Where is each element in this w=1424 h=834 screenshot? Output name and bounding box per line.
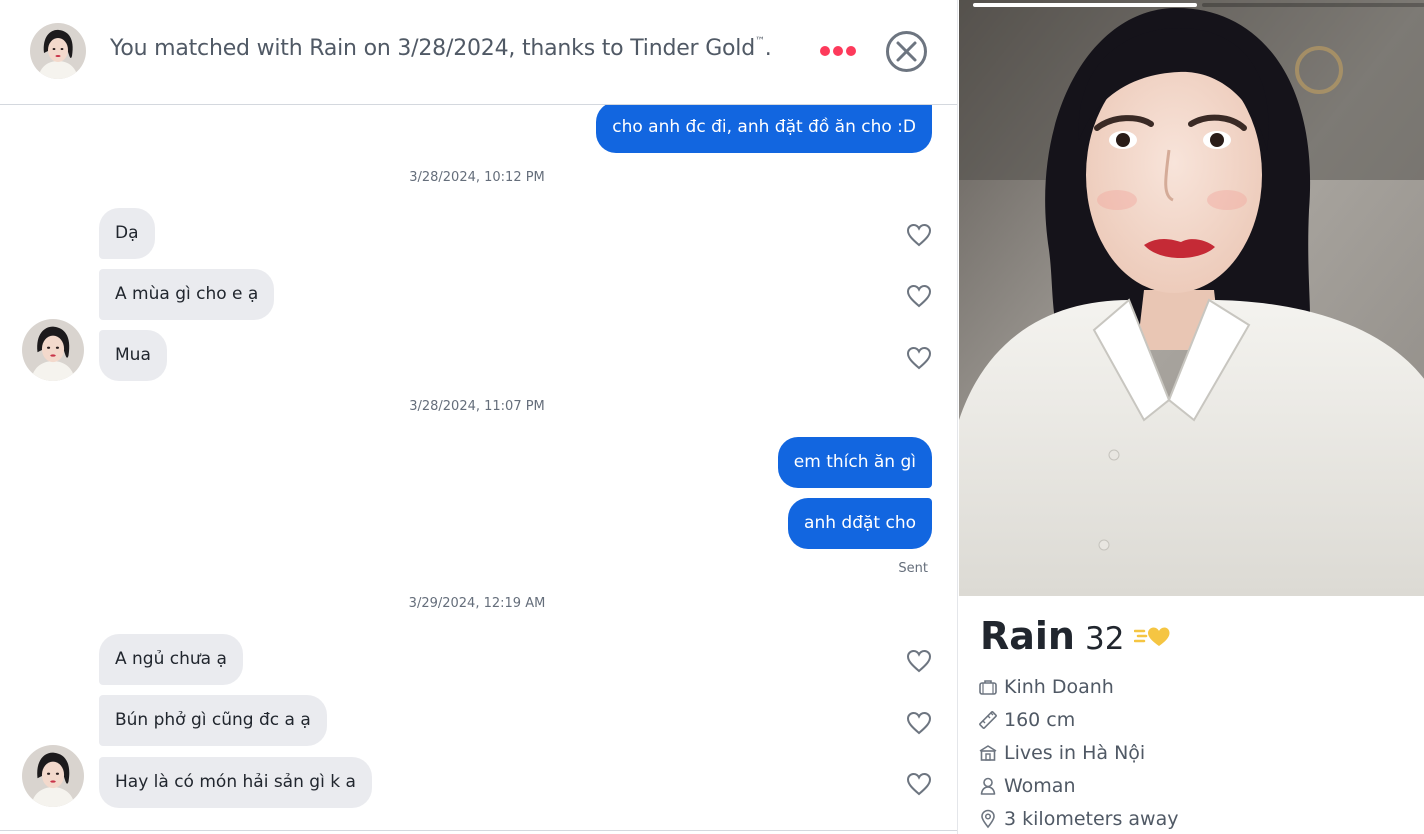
more-dots-icon [833,46,843,56]
profile-photo[interactable] [959,0,1424,596]
info-height-text: 160 cm [1004,708,1076,731]
divider [0,830,957,831]
info-location-text: Lives in Hà Nội [1004,741,1146,764]
close-button[interactable] [885,30,928,73]
info-gender-text: Woman [1004,774,1076,797]
more-dots-icon [820,46,830,56]
home-icon [979,744,997,761]
info-gender: Woman [978,769,1178,802]
heart-icon[interactable] [906,346,932,370]
received-message[interactable]: A mùa gì cho e ạ [99,269,275,320]
chat-pane: You matched with Rain on 3/28/2024, than… [0,0,957,834]
heart-icon[interactable] [906,711,932,735]
briefcase-icon [979,679,997,695]
location-pin-icon [981,809,995,828]
gold-heart-icon [1134,627,1170,646]
sent-message[interactable]: anh dđặt cho [788,498,932,549]
info-distance-text: 3 kilometers away [1004,807,1179,830]
received-message[interactable]: Dạ [99,208,155,259]
timestamp: 3/28/2024, 11:07 PM [409,399,545,414]
received-message[interactable]: A ngủ chưa ạ [99,634,243,685]
timestamp: 3/29/2024, 12:19 AM [408,596,546,611]
chat-header: You matched with Rain on 3/28/2024, than… [0,0,957,105]
heart-icon[interactable] [906,772,932,796]
profile-age: 32 [1084,621,1125,657]
photo-indicator-active[interactable] [973,3,1197,7]
info-distance: 3 kilometers away [978,802,1178,834]
person-icon [980,777,996,795]
info-height: 160 cm [978,703,1178,736]
sent-message[interactable]: cho anh đc đi, anh đặt đồ ăn cho :D [596,105,932,153]
close-circle-icon [886,31,927,72]
more-options-button[interactable] [818,38,858,64]
info-job: Kinh Doanh [978,670,1178,703]
timestamp: 3/28/2024, 10:12 PM [409,170,545,185]
more-dots-icon [846,46,856,56]
message-list[interactable]: cho anh đc đi, anh đặt đồ ăn cho :D 3/28… [0,105,957,830]
info-location: Lives in Hà Nội [978,736,1178,769]
heart-icon[interactable] [906,649,932,673]
received-message[interactable]: Bún phở gì cũng đc a ạ [99,695,327,746]
trademark-symbol: ™ [754,36,765,47]
heart-icon[interactable] [906,223,932,247]
received-message[interactable]: Hay là có món hải sản gì k a [99,757,372,808]
heart-icon[interactable] [906,284,932,308]
avatar[interactable] [22,745,84,807]
profile-name: Rain [980,614,1075,658]
profile-info-list: Kinh Doanh 160 cm Lives in Hà Nội Woman … [978,670,1178,834]
received-message[interactable]: Mua [99,330,167,381]
match-text: You matched with Rain on 3/28/2024, than… [110,36,755,61]
avatar[interactable] [22,319,84,381]
info-job-text: Kinh Doanh [1004,675,1114,698]
avatar[interactable] [30,23,86,79]
match-banner: You matched with Rain on 3/28/2024, than… [110,36,772,61]
sent-message[interactable]: em thích ăn gì [777,437,932,488]
ruler-icon [979,710,997,729]
profile-photo-image [959,0,1424,596]
sent-status: Sent [898,561,928,576]
match-period: . [764,36,772,61]
photo-indicator[interactable] [1202,3,1424,7]
photo-pagination [973,3,1424,7]
profile-pane: Rain 32 Kinh Doanh 160 cm Lives in Hà Nộ… [957,0,1424,834]
profile-heading: Rain 32 [980,614,1170,658]
